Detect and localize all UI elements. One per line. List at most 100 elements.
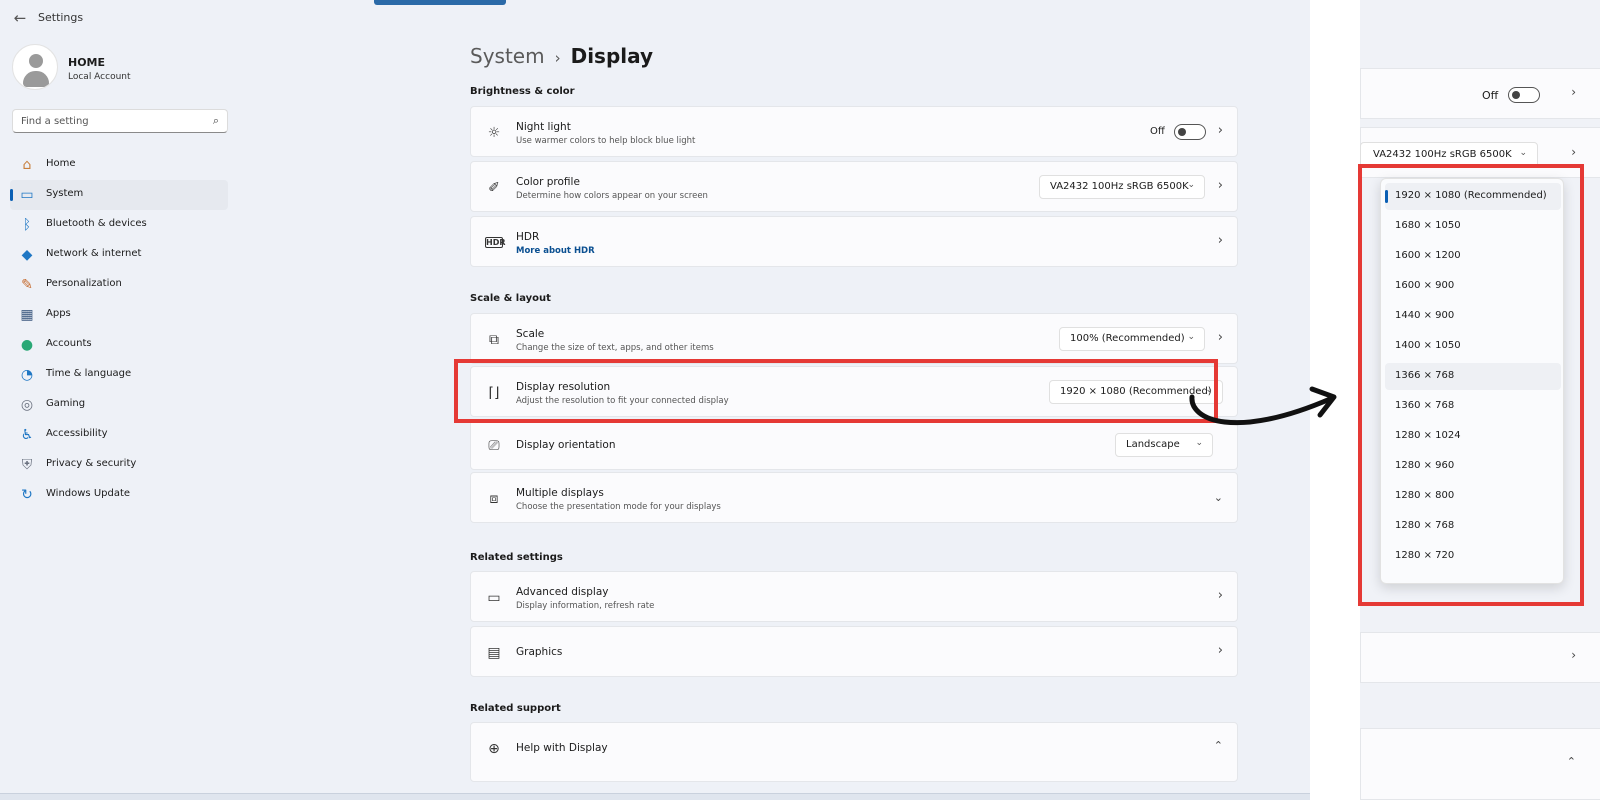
night-light-title: Night light (516, 121, 571, 133)
zoom-graphics-row[interactable] (1360, 632, 1600, 683)
advanced-display-card[interactable]: ▭ Advanced display Display information, … (470, 571, 1238, 622)
chevron-right-icon[interactable]: › (1218, 123, 1223, 138)
sidebar-item-accounts[interactable]: ● Accounts (10, 330, 228, 360)
chevron-right-icon[interactable]: › (1571, 648, 1576, 662)
night-light-state: Off (1150, 126, 1165, 137)
callout-arrow-icon (1189, 386, 1337, 426)
graphics-card-icon: ▤ (487, 645, 501, 661)
zoom-color-profile-value: VA2432 100Hz sRGB 6500K (1373, 149, 1512, 160)
advanced-display-subtitle: Display information, refresh rate (516, 601, 655, 611)
profile-account-type: Local Account (68, 72, 131, 82)
sidebar-item-system[interactable]: ▭ System (10, 180, 228, 210)
chevron-down-icon[interactable]: ⌄ (1214, 491, 1223, 504)
search-icon[interactable]: ⌕ (213, 114, 219, 128)
sidebar-item-label: Bluetooth & devices (46, 218, 147, 229)
chevron-up-icon[interactable]: ⌃ (1214, 739, 1223, 752)
help-with-display-card[interactable]: ⊕ Help with Display ⌃ (470, 722, 1238, 782)
chevron-right-icon[interactable]: › (1218, 178, 1223, 193)
color-profile-dropdown[interactable]: VA2432 100Hz sRGB 6500K ⌄ (1039, 175, 1205, 199)
globe-clock-icon: ◔ (20, 367, 34, 383)
sidebar-item-privacy-security[interactable]: ⛨ Privacy & security (10, 450, 228, 480)
page-title: Display (570, 44, 654, 68)
sidebar-item-time-language[interactable]: ◔ Time & language (10, 360, 228, 390)
sidebar-nav: ⌂ Home ▭ System ᛒ Bluetooth & devices ◆ Network… (10, 150, 228, 510)
brush-icon: ✎ (21, 277, 33, 293)
sidebar-item-label: Gaming (46, 398, 86, 409)
scale-dropdown[interactable]: 100% (Recommended) ⌄ (1059, 327, 1205, 351)
chevron-right-icon[interactable]: › (1218, 588, 1223, 603)
zoom-night-light-row[interactable] (1360, 68, 1600, 119)
hdr-card[interactable]: HDR HDR More about HDR › (470, 216, 1238, 267)
sidebar-item-personalization[interactable]: ✎ Personalization (10, 270, 228, 300)
zoom-night-light-toggle[interactable] (1508, 87, 1540, 103)
chevron-down-icon: ⌄ (1187, 332, 1195, 342)
scale-subtitle: Change the size of text, apps, and other… (516, 343, 714, 353)
scale-value: 100% (Recommended) (1070, 333, 1185, 344)
orientation-value: Landscape (1126, 439, 1180, 450)
scale-icon: ⧉ (489, 332, 499, 348)
dropdown-highlight-box (1358, 164, 1584, 606)
chevron-right-icon[interactable]: › (1218, 233, 1223, 248)
help-title: Help with Display (516, 742, 608, 754)
display-orientation-card[interactable]: ⎚ Display orientation Landscape ⌄ (470, 419, 1238, 470)
multiple-displays-icon: ⧈ (489, 491, 499, 507)
breadcrumb-separator: › (554, 49, 561, 67)
profile-name: HOME (68, 56, 106, 69)
sidebar-item-label: Network & internet (46, 248, 142, 259)
chevron-right-icon[interactable]: › (1571, 145, 1576, 159)
color-profile-subtitle: Determine how colors appear on your scre… (516, 191, 708, 201)
zoom-night-light-state: Off (1482, 89, 1499, 102)
color-profile-title: Color profile (516, 176, 580, 188)
chevron-right-icon[interactable]: › (1218, 643, 1223, 658)
search-box[interactable]: ⌕ (12, 109, 228, 133)
scale-card[interactable]: ⧉ Scale Change the size of text, apps, a… (470, 313, 1238, 364)
back-arrow-icon[interactable]: ← (10, 8, 30, 28)
sidebar-item-label: Home (46, 158, 76, 169)
hdr-icon: HDR (485, 237, 506, 248)
night-light-toggle[interactable] (1174, 124, 1206, 140)
night-light-card[interactable]: ☼ Night light Use warmer colors to help … (470, 106, 1238, 157)
hdr-link[interactable]: More about HDR (516, 246, 595, 256)
section-related-settings: Related settings (470, 552, 563, 563)
breadcrumb: System › Display (470, 44, 653, 76)
sidebar-item-label: Accessibility (46, 428, 108, 439)
sidebar-item-label: System (46, 188, 84, 199)
breadcrumb-parent[interactable]: System (470, 44, 545, 68)
monitor-icon: ▭ (487, 590, 501, 606)
chevron-right-icon[interactable]: › (1218, 330, 1223, 345)
eyedropper-icon: ✐ (488, 180, 500, 196)
section-related-support: Related support (470, 703, 561, 714)
multiple-displays-subtitle: Choose the presentation mode for your di… (516, 502, 721, 512)
bluetooth-icon: ᛒ (22, 217, 32, 233)
graphics-title: Graphics (516, 646, 563, 658)
scale-title: Scale (516, 328, 545, 340)
globe-icon: ⊕ (488, 741, 500, 757)
shield-icon: ⛨ (21, 457, 33, 473)
title-bar: ← Settings (0, 0, 1310, 36)
graphics-card[interactable]: ▤ Graphics › (470, 626, 1238, 677)
chevron-right-icon[interactable]: › (1571, 85, 1576, 99)
display-orientation-title: Display orientation (516, 439, 616, 451)
sidebar-item-home[interactable]: ⌂ Home (10, 150, 228, 180)
color-profile-card[interactable]: ✐ Color profile Determine how colors app… (470, 161, 1238, 212)
window-button-strip (374, 0, 506, 5)
sidebar-item-windows-update[interactable]: ↻ Windows Update (10, 480, 228, 510)
multiple-displays-title: Multiple displays (516, 487, 604, 499)
wifi-icon: ◆ (21, 247, 33, 263)
sidebar-item-gaming[interactable]: ◎ Gaming (10, 390, 228, 420)
multiple-displays-card[interactable]: ⧈ Multiple displays Choose the presentat… (470, 472, 1238, 523)
avatar (12, 44, 58, 90)
sidebar-item-bluetooth-devices[interactable]: ᛒ Bluetooth & devices (10, 210, 228, 240)
sidebar-item-label: Windows Update (46, 488, 131, 499)
app-title: Settings (38, 11, 84, 24)
sidebar-item-accessibility[interactable]: ♿ Accessibility (10, 420, 228, 450)
chevron-up-icon[interactable]: ⌃ (1567, 755, 1576, 768)
chevron-down-icon: ⌄ (1187, 180, 1195, 190)
sidebar-item-network-internet[interactable]: ◆ Network & internet (10, 240, 228, 270)
search-input[interactable] (21, 114, 196, 129)
apps-icon: ▦ (20, 307, 34, 323)
sidebar-item-apps[interactable]: ▦ Apps (10, 300, 228, 330)
taskbar (0, 793, 1310, 800)
zoom-help-row[interactable] (1360, 728, 1600, 800)
chevron-down-icon: ⌄ (1519, 148, 1527, 158)
